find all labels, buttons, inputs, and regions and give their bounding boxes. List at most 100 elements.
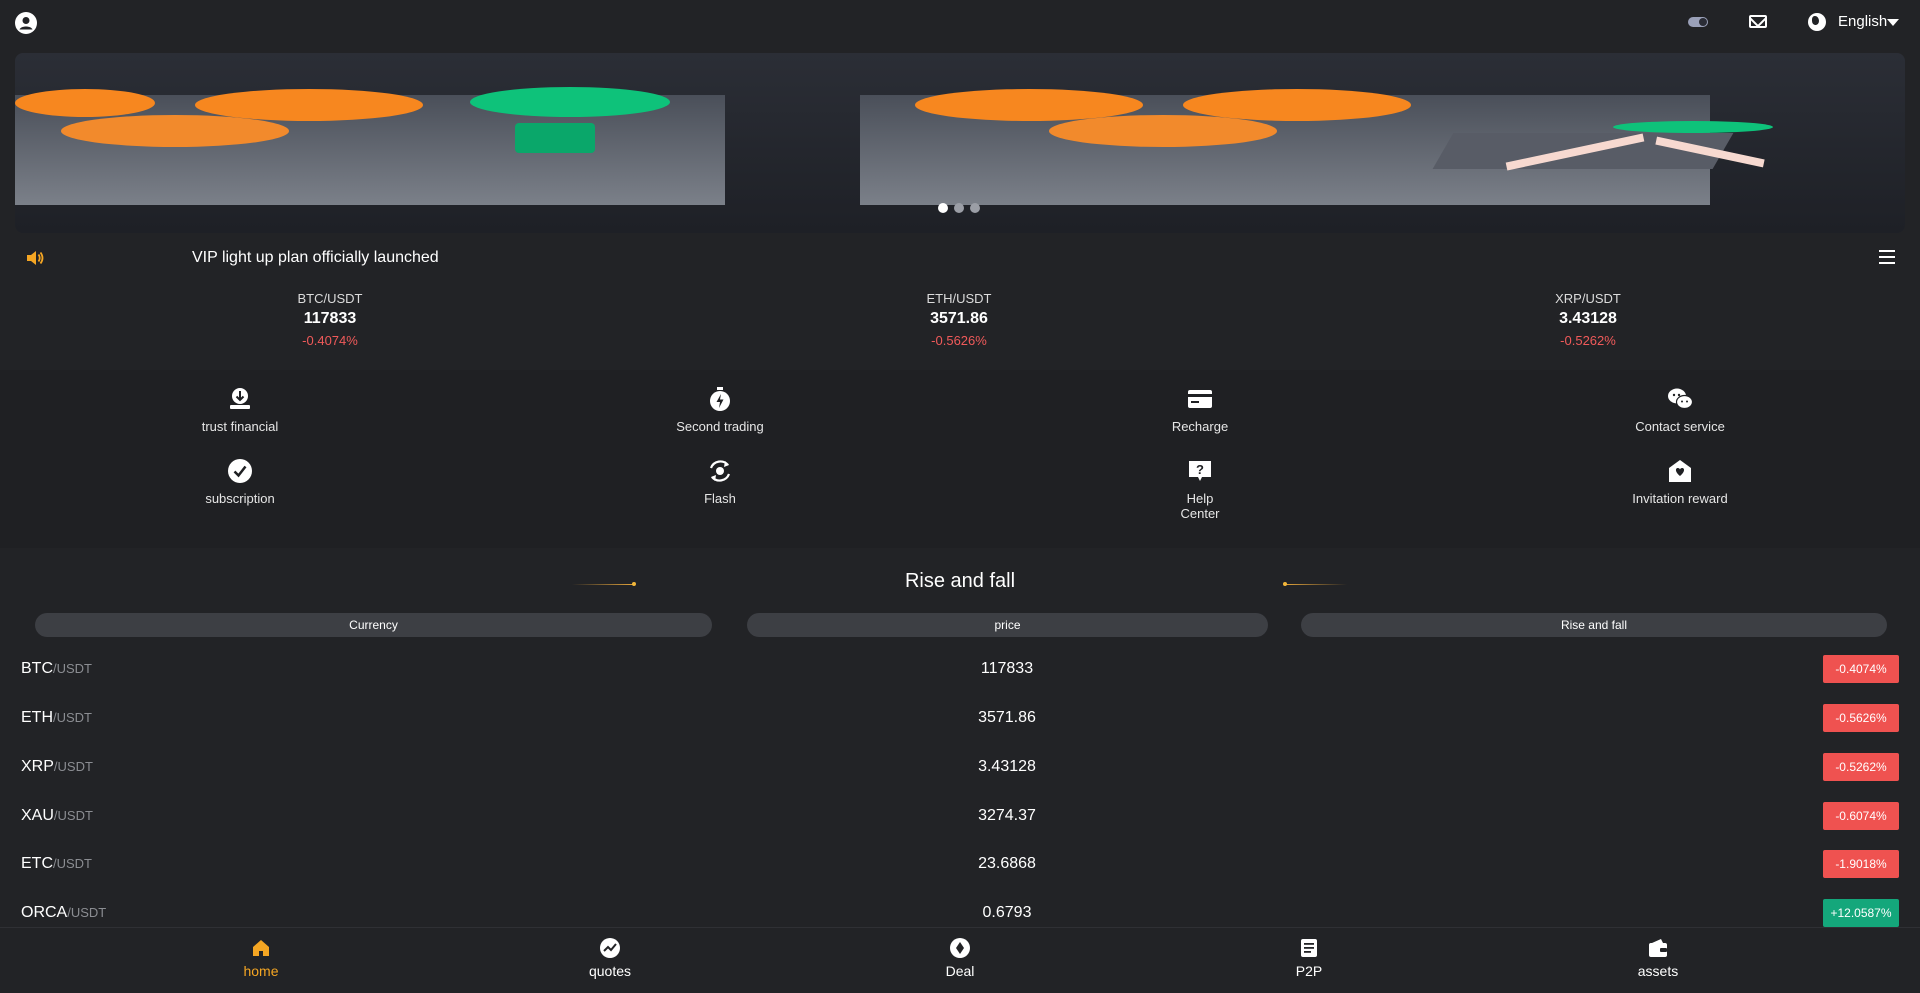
- change-badge: -0.6074%: [1823, 802, 1899, 830]
- table-row[interactable]: XRP/USDT 3.43128 -0.5262%: [0, 744, 1920, 793]
- deal-icon: [950, 938, 970, 958]
- ticker-price: 3.43128: [1559, 310, 1617, 327]
- bottom-tab-bar: home quotes Deal P2P assets: [0, 927, 1920, 993]
- banner-dot[interactable]: [954, 203, 964, 213]
- feature-trust-financial[interactable]: trust financial: [140, 386, 340, 434]
- table-row[interactable]: BTC/USDT 117833 -0.4074%: [0, 646, 1920, 695]
- table-row[interactable]: XAU/USDT 3274.37 -0.6074%: [0, 793, 1920, 842]
- exchange-icon: [707, 458, 733, 484]
- stopwatch-icon: [707, 386, 733, 412]
- change-badge: +12.0587%: [1823, 899, 1899, 927]
- banner-coin-image: [61, 115, 289, 147]
- row-base: XAU: [21, 807, 54, 824]
- row-base: ORCA: [21, 904, 68, 921]
- ticker-price: 3571.86: [930, 310, 988, 327]
- tab-quotes[interactable]: quotes: [550, 938, 670, 979]
- feature-second-trading[interactable]: Second trading: [620, 386, 820, 434]
- row-price: 117833: [980, 660, 1034, 677]
- tab-label: quotes: [588, 963, 632, 979]
- header-price[interactable]: price: [747, 613, 1268, 637]
- ticker-eth[interactable]: ETH/USDT 3571.86 -0.5626%: [859, 283, 1059, 348]
- banner-dot[interactable]: [970, 203, 980, 213]
- row-quote: /USDT: [67, 905, 107, 920]
- mail-icon[interactable]: [1749, 15, 1767, 28]
- row-quote: /USDT: [53, 661, 92, 676]
- ticker-strip: BTC/USDT 117833 -0.4074% ETH/USDT 3571.8…: [0, 283, 1920, 363]
- promo-banner[interactable]: [15, 53, 1905, 233]
- feature-flash[interactable]: Flash: [620, 458, 820, 506]
- tab-label: P2P: [1295, 963, 1323, 979]
- banner-dot[interactable]: [938, 203, 948, 213]
- tab-label: Deal: [945, 963, 975, 979]
- ticker-change: -0.5626%: [931, 333, 987, 348]
- check-circle-icon: [227, 458, 253, 484]
- feature-label: Flash: [704, 491, 736, 506]
- title-decoration-right: [1283, 582, 1347, 586]
- row-quote: /USDT: [53, 856, 92, 871]
- document-icon: [1299, 938, 1319, 958]
- feature-subscription[interactable]: subscription: [140, 458, 340, 506]
- row-base: BTC: [21, 660, 53, 677]
- row-price: 3571.86: [978, 709, 1036, 726]
- row-quote: /USDT: [53, 808, 93, 823]
- row-price: 23.6868: [978, 855, 1036, 872]
- feature-label: Help Center: [1180, 491, 1220, 521]
- header-currency[interactable]: Currency: [35, 613, 712, 637]
- language-selector[interactable]: English: [1838, 13, 1887, 30]
- change-badge: -0.5626%: [1823, 704, 1899, 732]
- home-icon: [251, 938, 271, 958]
- gift-icon: [1667, 458, 1693, 484]
- chart-icon: [600, 938, 620, 958]
- tab-label: home: [243, 963, 279, 979]
- tab-home[interactable]: home: [201, 938, 321, 979]
- banner-coin-image: [15, 89, 155, 117]
- table-row[interactable]: ETC/USDT 23.6868 -1.9018%: [0, 841, 1920, 890]
- row-price: 0.6793: [982, 904, 1032, 921]
- row-quote: /USDT: [53, 759, 93, 774]
- help-icon: ?: [1187, 458, 1213, 484]
- ticker-change: -0.4074%: [302, 333, 358, 348]
- feature-invitation-reward[interactable]: Invitation reward: [1580, 458, 1780, 506]
- card-icon: [1187, 386, 1213, 412]
- feature-help-center[interactable]: ? Help Center: [1100, 458, 1300, 521]
- svg-text:?: ?: [1196, 462, 1204, 477]
- row-base: ETH: [21, 709, 53, 726]
- banner-pagination: [938, 203, 980, 213]
- ticker-pair: XRP/USDT: [1555, 291, 1621, 306]
- ticker-xrp[interactable]: XRP/USDT 3.43128 -0.5262%: [1488, 283, 1688, 348]
- row-base: ETC: [21, 855, 53, 872]
- header-rise-fall[interactable]: Rise and fall: [1301, 613, 1887, 637]
- row-base: XRP: [21, 758, 54, 775]
- ticker-pair: BTC/USDT: [297, 291, 363, 306]
- feature-grid: trust financial Second trading Recharge …: [0, 370, 1920, 548]
- notice-bar[interactable]: VIP light up plan officially launched: [0, 241, 1920, 275]
- notice-text[interactable]: VIP light up plan officially launched: [192, 249, 439, 267]
- tab-label: assets: [1637, 963, 1679, 979]
- caret-down-icon[interactable]: [1887, 19, 1899, 26]
- row-symbol: XRP/USDT: [21, 758, 93, 776]
- change-badge: -0.4074%: [1823, 655, 1899, 683]
- theme-toggle-icon[interactable]: [1688, 17, 1708, 27]
- tab-deal[interactable]: Deal: [900, 938, 1020, 979]
- row-symbol: XAU/USDT: [21, 807, 93, 825]
- change-badge: -0.5262%: [1823, 753, 1899, 781]
- tab-assets[interactable]: assets: [1598, 938, 1718, 979]
- banner-coin-image: [470, 87, 670, 117]
- menu-icon[interactable]: [1879, 250, 1895, 264]
- wallet-icon: [1648, 938, 1668, 958]
- ticker-price: 117833: [303, 310, 357, 327]
- row-symbol: BTC/USDT: [21, 660, 92, 678]
- ticker-btc[interactable]: BTC/USDT 117833 -0.4074%: [230, 283, 430, 348]
- row-price: 3.43128: [978, 758, 1036, 775]
- table-row[interactable]: ETH/USDT 3571.86 -0.5626%: [0, 695, 1920, 744]
- ticker-pair: ETH/USDT: [926, 291, 992, 306]
- banner-coin-image: [1613, 121, 1773, 133]
- globe-icon[interactable]: [1808, 13, 1826, 31]
- feature-label: Second trading: [676, 419, 764, 434]
- ticker-change: -0.5262%: [1560, 333, 1616, 348]
- tab-p2p[interactable]: P2P: [1249, 938, 1369, 979]
- row-price: 3274.37: [978, 807, 1036, 824]
- feature-contact-service[interactable]: Contact service: [1580, 386, 1780, 434]
- user-icon[interactable]: [15, 12, 37, 34]
- feature-recharge[interactable]: Recharge: [1100, 386, 1300, 434]
